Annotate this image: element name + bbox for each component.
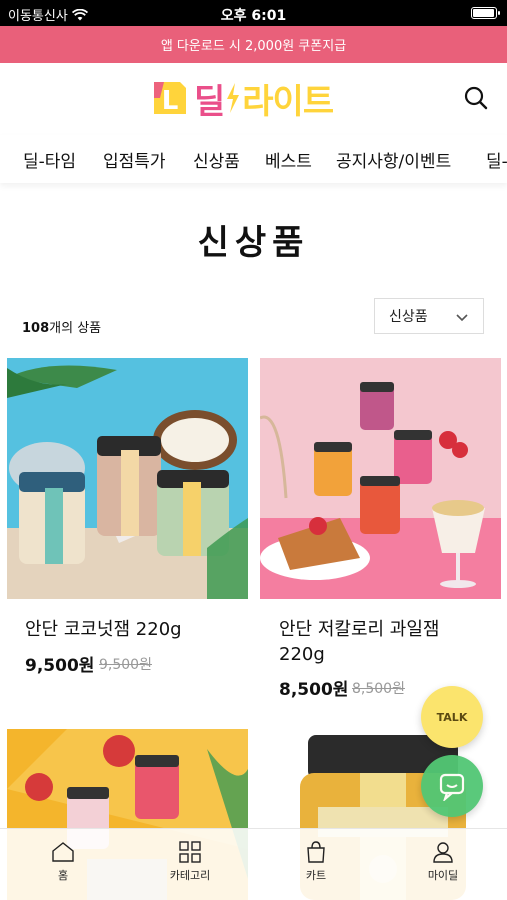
cart-icon xyxy=(307,841,325,863)
logo[interactable]: L 딜 라이트 xyxy=(150,74,334,123)
talk-icon: TALK xyxy=(436,710,468,724)
product-count-suffix: 개의 상품 xyxy=(49,321,102,336)
tab-cart[interactable]: 카트 xyxy=(281,841,351,883)
chat-icon xyxy=(439,773,465,801)
search-button[interactable] xyxy=(463,85,491,113)
product-count: 108개의 상품 xyxy=(22,317,101,336)
tab-category[interactable]: 카테고리 xyxy=(155,841,225,883)
logo-text-1: 딜 xyxy=(194,81,225,122)
product-name[interactable]: 안단 코코넛잼 220g xyxy=(25,617,240,642)
nav-item-best[interactable]: 베스트 xyxy=(265,147,312,172)
product-card[interactable]: 안단 코코넛잼 220g 9,500원 9,500원 xyxy=(7,358,248,698)
product-count-number: 108 xyxy=(22,321,50,336)
logo-text: 딜 라이트 xyxy=(194,74,334,123)
tab-mydeal[interactable]: 마이딜 xyxy=(408,841,478,883)
sort-select[interactable]: 신상품 xyxy=(374,298,484,334)
product-image[interactable] xyxy=(7,358,248,599)
status-bar: 이동통신사 오후 6:01 xyxy=(0,0,507,26)
user-icon xyxy=(433,842,453,863)
clock: 오후 6:01 xyxy=(220,8,287,24)
battery-icon xyxy=(471,7,500,19)
header: L 딜 라이트 xyxy=(0,63,507,135)
category-nav: 딜-타임 입점특가 신상품 베스트 공지사항/이벤트 딜- xyxy=(0,135,507,183)
category-icon xyxy=(179,841,201,863)
logo-letter: L xyxy=(162,86,179,116)
nav-item-new[interactable]: 신상품 xyxy=(193,147,240,172)
kakao-talk-button[interactable]: TALK xyxy=(421,686,483,748)
promo-text: 앱 다운로드 시 2,000원 쿠폰지급 xyxy=(160,39,347,54)
tab-mydeal-label: 마이딜 xyxy=(427,869,459,882)
nav-item-deal-more[interactable]: 딜- xyxy=(486,147,507,172)
sort-selected: 신상품 xyxy=(389,309,428,325)
bottom-tab-bar: 홈 카테고리 카트 마이딜 xyxy=(0,828,507,900)
chat-button[interactable] xyxy=(421,755,483,817)
nav-item-special[interactable]: 입점특가 xyxy=(103,147,166,172)
battery-level xyxy=(473,9,494,17)
lightning-icon xyxy=(227,83,240,113)
page-title: 신상품 xyxy=(197,223,310,263)
promo-banner[interactable]: 앱 다운로드 시 2,000원 쿠폰지급 xyxy=(0,26,507,63)
product-original-price: 8,500원 xyxy=(352,681,405,697)
product-price: 9,500원 xyxy=(25,656,95,676)
tab-home[interactable]: 홈 xyxy=(28,841,98,883)
chevron-down-icon xyxy=(456,314,468,322)
nav-item-deal-time[interactable]: 딜-타임 xyxy=(23,147,76,172)
logo-mark: L xyxy=(150,78,188,118)
product-original-price: 9,500원 xyxy=(99,657,152,673)
nav-item-notice[interactable]: 공지사항/이벤트 xyxy=(336,147,451,172)
product-image[interactable] xyxy=(260,358,501,599)
home-icon xyxy=(52,842,74,862)
search-icon xyxy=(464,86,488,110)
product-card[interactable]: 안단 저칼로리 과일잼 220g 8,500원 8,500원 xyxy=(260,358,501,700)
logo-text-2: 라이트 xyxy=(242,81,334,122)
product-name[interactable]: 안단 저칼로리 과일잼 220g xyxy=(279,617,479,667)
product-price: 8,500원 xyxy=(279,680,349,700)
tab-cart-label: 카트 xyxy=(305,869,327,882)
tab-category-label: 카테고리 xyxy=(169,869,211,882)
tab-home-label: 홈 xyxy=(57,869,69,882)
